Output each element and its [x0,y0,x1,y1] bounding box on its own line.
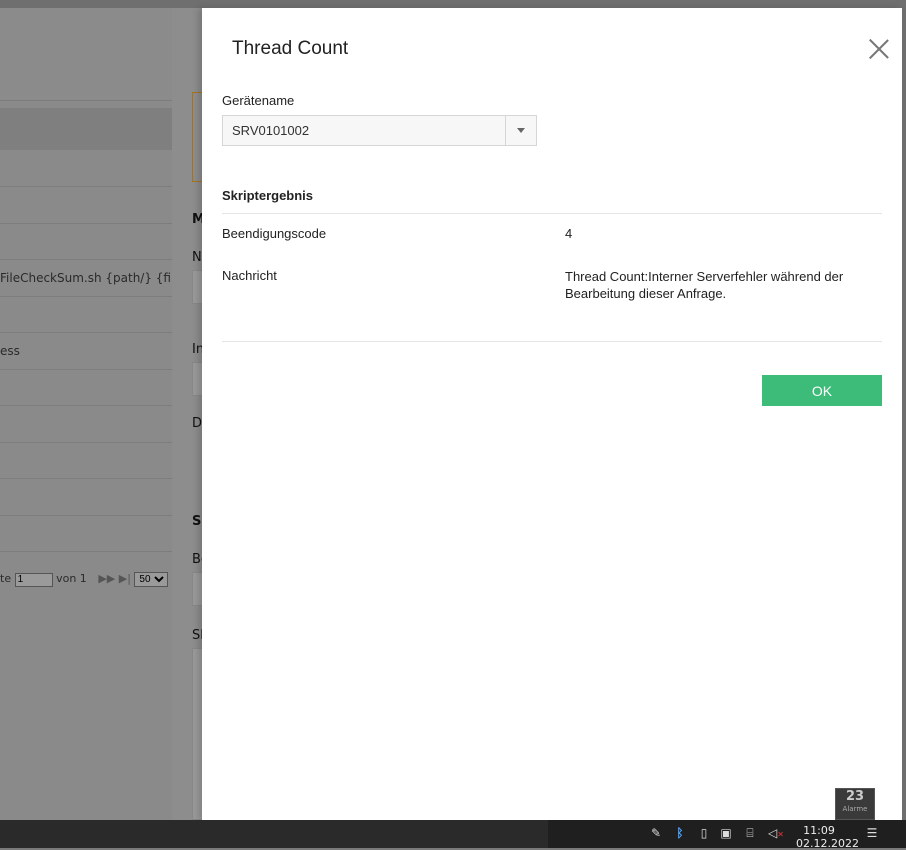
mid-label-1: M [192,212,202,227]
dialog-title: Thread Count [232,38,349,59]
page-number-input[interactable] [14,572,53,587]
alarm-counter[interactable]: 23 Alarme [835,788,875,820]
notification-icon[interactable]: ☰ [866,826,878,840]
table-row [0,515,172,552]
table-row [0,479,172,516]
pager-prefix: te [0,572,12,585]
table-row [0,442,172,479]
device-name-label: Gerätename [222,93,295,108]
pager-of-label: von 1 [56,572,87,585]
next-page-icon[interactable]: ▶▶ [98,572,115,585]
mid-field-1 [192,270,202,304]
table-row: FileCheckSum.sh {path/} {file} # [0,260,172,297]
mid-label-3: In [192,342,202,357]
table-row [0,150,172,187]
taskbar: ✎ ᛒ ▯ ▣ ⌸ ◁✕ 11:09 02.12.2022 ☰ [0,820,906,850]
mid-label-5: Sl [192,514,202,529]
mid-label-7: Sl [192,628,202,643]
app-icon[interactable]: ▣ [720,826,732,840]
message-value: Thread Count:Interner Serverfehler währe… [565,269,844,301]
ok-button[interactable]: OK [762,375,882,406]
usb-icon[interactable]: ▯ [698,826,710,840]
bluetooth-icon[interactable]: ᛒ [674,826,686,840]
exit-code-label: Beendigungscode [222,226,327,241]
mid-label-4: D [192,416,202,431]
divider [222,213,882,214]
clock-date: 02.12.2022 [796,837,859,850]
right-edge-strip [902,8,906,820]
dropdown-arrow-icon[interactable] [505,116,536,145]
last-page-icon[interactable]: ▶| [119,572,131,585]
script-result-heading: Skriptergebnis [222,188,314,203]
table-row: ess [0,333,172,370]
mid-textarea [192,648,202,820]
message-label: Nachricht [222,268,277,283]
background-table-header [0,108,172,150]
speaker-muted-icon[interactable]: ◁✕ [768,826,784,840]
table-row [0,187,172,224]
taskbar-clock[interactable]: 11:09 02.12.2022 [796,824,859,850]
background-info-box [192,92,202,182]
mid-field-2 [192,362,202,396]
alarm-label: Alarme [842,805,868,813]
background-topbar [0,0,906,8]
table-row [0,369,172,406]
mid-label-2: N [192,250,202,265]
background-header [0,8,172,101]
mid-field-3 [192,572,202,606]
exit-code-value: 4 [565,226,573,241]
table-row [0,406,172,443]
table-row [0,223,172,260]
taskbar-apps-area [0,820,548,848]
clock-time: 11:09 [803,824,835,837]
alarm-count: 23 [845,789,865,804]
pen-icon[interactable]: ✎ [650,826,662,840]
pagination: te von 1 ▶▶ ▶| 50 [0,572,172,592]
device-name-value: SRV0101002 [232,123,310,138]
thread-count-dialog: Thread Count Gerätename SRV0101002 Skrip… [202,8,902,820]
device-name-select[interactable]: SRV0101002 [222,115,537,146]
divider [222,341,882,342]
close-icon[interactable] [868,38,890,60]
network-icon[interactable]: ⌸ [744,826,756,840]
table-row [0,296,172,333]
per-page-select[interactable]: 50 [134,572,169,587]
background-form-panel: M N In D Sl Be Sl [172,8,202,820]
mid-label-6: Be [192,552,202,567]
